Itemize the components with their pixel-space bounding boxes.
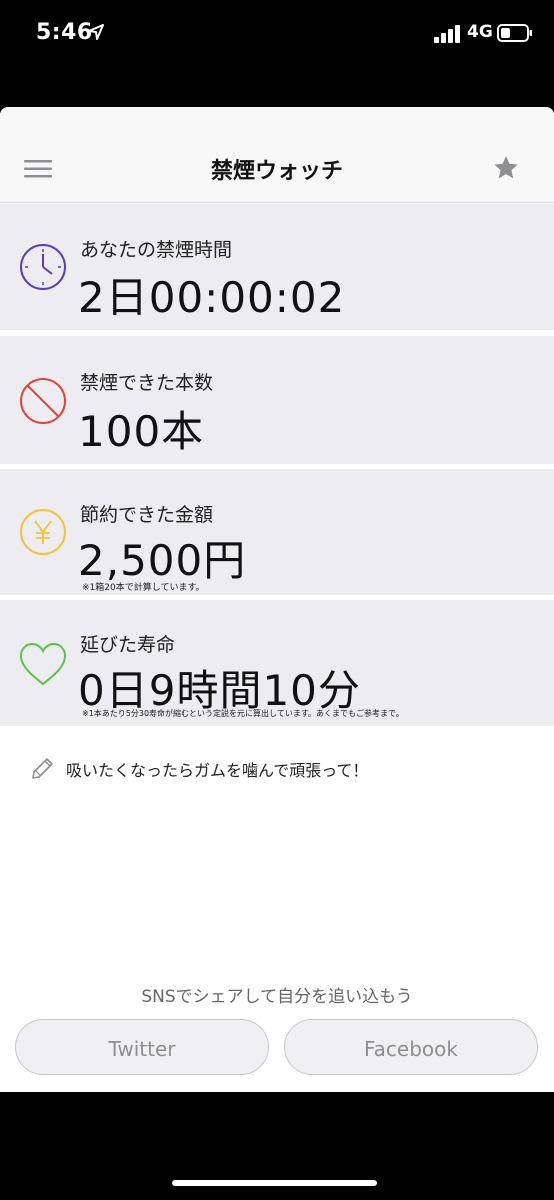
cigarettes-avoided-value: 100本 [78, 407, 205, 456]
pencil-icon [32, 758, 53, 779]
hint-text: 吸いたくなったらガムを噛んで頑張って！ [66, 761, 369, 780]
twitter-share-button[interactable]: Twitter [15, 1019, 269, 1075]
home-indicator[interactable] [172, 1180, 377, 1186]
facebook-share-button[interactable]: Facebook [284, 1019, 538, 1075]
quit-time-label: あなたの禁煙時間 [80, 239, 233, 261]
money-saved-label: 節約できた金額 [80, 504, 214, 526]
signal-bars-icon [434, 25, 460, 43]
life-extended-card: 延びた寿命 0日9時間10分 ※1本あたり5分30寿命が縮むという定説を元に算出… [0, 600, 554, 726]
battery-icon [497, 24, 532, 42]
status-bar: 5:46 4G [0, 0, 554, 70]
app-container: 禁煙ウォッチ あなたの禁煙時間 2日00:00:02 禁煙できた本数 100本 … [0, 107, 554, 1092]
money-saved-card: 節約できた金額 2,500円 ※1箱20本で計算しています。 [0, 469, 554, 595]
location-arrow-icon [88, 24, 104, 40]
life-extended-label: 延びた寿命 [80, 634, 176, 656]
yen-icon [20, 509, 66, 555]
status-time: 5:46 [36, 20, 93, 45]
money-saved-note: ※1箱20本で計算しています。 [82, 583, 205, 593]
star-icon[interactable] [492, 154, 520, 182]
money-saved-value: 2,500円 [78, 536, 247, 585]
quit-time-card: あなたの禁煙時間 2日00:00:02 [0, 204, 554, 330]
network-type: 4G [467, 22, 493, 42]
phone-screen: 5:46 4G 禁煙ウォッチ あなたの禁煙時間 2日00:00:02 禁煙できた… [0, 0, 554, 1200]
page-title: 禁煙ウォッチ [210, 159, 343, 184]
share-caption: SNSでシェアして自分を追い込もう [141, 987, 413, 1007]
cigarettes-avoided-label: 禁煙できた本数 [80, 372, 214, 394]
navigation-bar: 禁煙ウォッチ [0, 107, 554, 203]
life-extended-note: ※1本あたり5分30寿命が縮むという定説を元に算出しています。あくまでもご参考ま… [82, 709, 404, 718]
quit-time-value: 2日00:00:02 [78, 273, 346, 322]
prohibited-icon [20, 378, 66, 424]
clock-icon [20, 244, 66, 290]
cigarettes-avoided-card: 禁煙できた本数 100本 [0, 336, 554, 464]
heart-icon [19, 642, 67, 686]
